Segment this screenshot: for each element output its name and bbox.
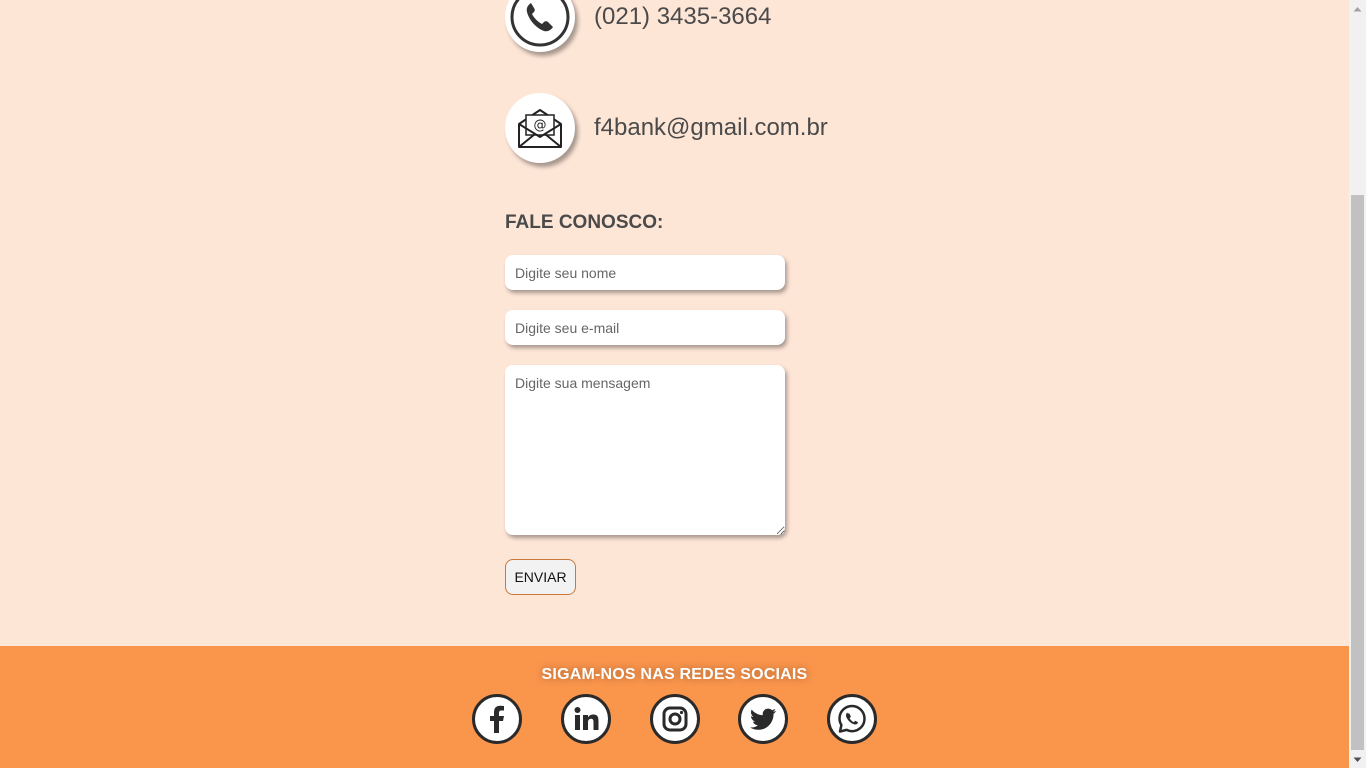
envelope-icon: @ xyxy=(505,93,575,163)
scroll-up-arrow-icon[interactable] xyxy=(1349,0,1366,17)
form-title: FALE CONOSCO: xyxy=(505,212,664,233)
facebook-icon[interactable] xyxy=(472,694,522,744)
phone-contact: (021) 3435-3664 xyxy=(505,0,771,52)
send-button[interactable]: ENVIAR xyxy=(505,559,576,595)
email-input[interactable] xyxy=(505,310,785,345)
email-address: f4bank@gmail.com.br xyxy=(594,114,828,141)
instagram-icon[interactable] xyxy=(650,694,700,744)
phone-number: (021) 3435-3664 xyxy=(594,3,772,30)
vertical-scrollbar[interactable] xyxy=(1349,0,1366,768)
footer-title: SIGAM-NOS NAS REDES SOCIAIS xyxy=(541,666,808,683)
twitter-icon[interactable] xyxy=(738,694,788,744)
phone-icon xyxy=(505,0,575,52)
svg-text:@: @ xyxy=(534,118,547,133)
linkedin-icon[interactable] xyxy=(561,694,611,744)
name-input[interactable] xyxy=(505,255,785,290)
footer: SIGAM-NOS NAS REDES SOCIAIS xyxy=(0,646,1349,768)
email-contact: @ f4bank@gmail.com.br xyxy=(505,93,828,163)
message-textarea[interactable] xyxy=(505,365,785,535)
contact-page: (021) 3435-3664 @ f4bank@gmail.com.br FA… xyxy=(0,0,1349,768)
scroll-down-arrow-icon[interactable] xyxy=(1349,751,1366,768)
scroll-thumb[interactable] xyxy=(1351,195,1364,750)
whatsapp-icon[interactable] xyxy=(827,694,877,744)
